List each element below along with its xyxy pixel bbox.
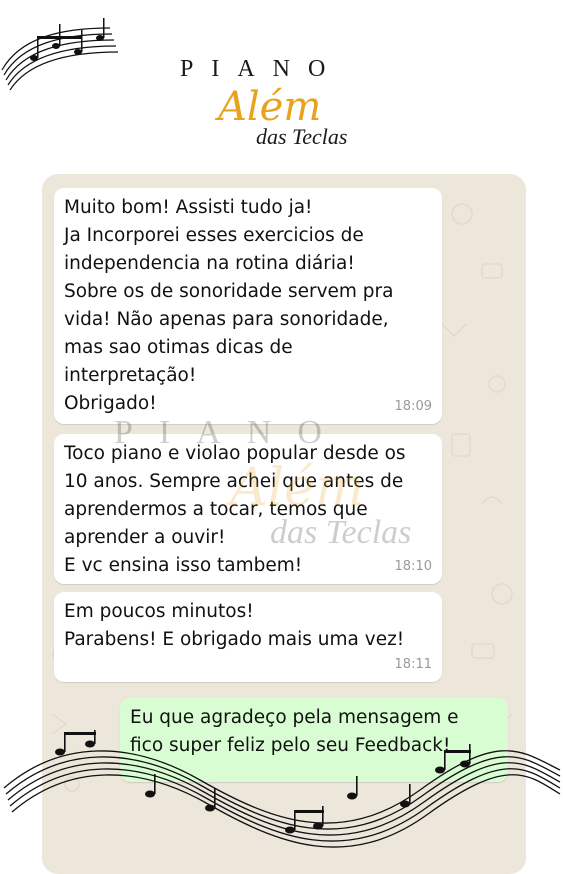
message-bubble-incoming[interactable]: Em poucos minutos! Parabens! E obrigado …: [54, 592, 442, 682]
message-bubble-incoming[interactable]: Muito bom! Assisti tudo ja! Ja Incorpore…: [54, 188, 442, 424]
logo-line-das-teclas: das Teclas: [256, 124, 348, 149]
brand-logo: PIANO Além das Teclas: [160, 50, 400, 160]
music-staff-icon: [1, 18, 119, 91]
message-timestamp: 18:11: [394, 657, 432, 672]
message-text: Em poucos minutos! Parabens! E obrigado …: [64, 601, 405, 650]
music-staff-wave-icon: [3, 730, 561, 848]
message-timestamp: 18:10: [394, 559, 432, 574]
message-timestamp: 18:09: [394, 399, 432, 414]
message-bubble-incoming[interactable]: Toco piano e violao popular desde os 10 …: [54, 434, 442, 584]
logo-line-piano: PIANO: [180, 56, 344, 82]
message-text: Toco piano e violao popular desde os 10 …: [64, 443, 406, 576]
message-text: Muito bom! Assisti tudo ja! Ja Incorpore…: [64, 197, 394, 414]
